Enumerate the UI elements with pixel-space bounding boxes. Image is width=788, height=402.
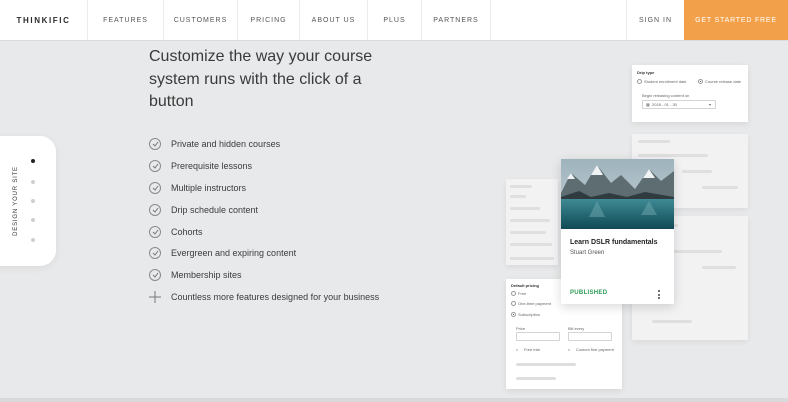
toggle-icon[interactable]: ◐ <box>516 347 518 352</box>
feature-label-more: Countless more features designed for you… <box>171 292 380 303</box>
pricing-title: Default pricing <box>511 283 540 288</box>
feature-label: Drip schedule content <box>171 204 259 215</box>
feature-label: Multiple instructors <box>171 182 247 193</box>
feature-label: Cohorts <box>171 226 203 237</box>
course-thumbnail <box>561 159 674 229</box>
radio-free[interactable] <box>511 291 516 296</box>
page-bottom-edge <box>0 398 788 402</box>
side-tab-label: DESIGN YOUR SITE <box>13 166 19 236</box>
top-nav: THINKIFIC FEATURES CUSTOMERS PRICING ABO… <box>0 0 788 41</box>
pricing-option-one-time: One-time payment <box>518 301 551 306</box>
drip-type-title: Drip type <box>637 70 655 75</box>
course-card[interactable]: Learn DSLR fundamentals Stuart Green PUB… <box>561 159 674 304</box>
check-circle-icon <box>149 247 161 260</box>
interval-label: Bill every <box>568 326 585 331</box>
release-date-value: 2018 - 01 - 30 <box>652 102 677 107</box>
feature-item: Drip schedule content <box>149 199 469 221</box>
calendar-icon: ▦ <box>646 102 650 107</box>
drip-field-label: Begin releasing content on <box>642 93 690 98</box>
feature-item-more: Countless more features designed for you… <box>149 286 469 308</box>
feature-item: Cohorts <box>149 221 469 243</box>
nav-link-features[interactable]: FEATURES <box>88 0 164 40</box>
more-options-icon[interactable] <box>657 290 661 299</box>
radio-release-date[interactable] <box>698 79 703 84</box>
price-label: Price <box>516 326 526 331</box>
price-field[interactable] <box>516 332 560 341</box>
slide-dot-4[interactable] <box>31 218 35 222</box>
feature-item: Evergreen and expiring content <box>149 242 469 264</box>
drip-type-card: Drip type Student enrollment date Course… <box>632 65 748 122</box>
nav-link-about-us[interactable]: ABOUT US <box>300 0 368 40</box>
feature-label: Private and hidden courses <box>171 138 281 149</box>
sign-in-link[interactable]: SIGN IN <box>626 0 684 40</box>
nav-link-pricing[interactable]: PRICING <box>238 0 300 40</box>
pricing-option-free: Free <box>518 291 527 296</box>
nav-link-plus[interactable]: PLUS <box>368 0 422 40</box>
published-badge: PUBLISHED <box>570 290 608 296</box>
radio-one-time[interactable] <box>511 301 516 306</box>
free-trial-label: Free trial <box>524 347 540 352</box>
feature-item: Membership sites <box>149 264 469 286</box>
custom-first-payment-label: Custom first payment <box>576 347 614 352</box>
nav-link-customers[interactable]: CUSTOMERS <box>164 0 238 40</box>
feature-item: Multiple instructors <box>149 177 469 199</box>
check-circle-icon <box>149 203 161 216</box>
feature-item: Private and hidden courses <box>149 133 469 155</box>
slide-dot-5[interactable] <box>31 238 35 242</box>
thinkific-logo[interactable]: THINKIFIC <box>0 0 88 40</box>
drip-option-release: Course release date <box>705 79 742 84</box>
toggle-icon[interactable]: ◐ <box>568 347 570 352</box>
slide-dot-1[interactable] <box>31 159 35 163</box>
interval-field[interactable] <box>568 332 612 341</box>
check-circle-icon <box>149 225 161 238</box>
check-circle-icon <box>149 181 161 194</box>
check-circle-icon <box>149 269 161 282</box>
feature-list: Private and hidden courses Prerequisite … <box>149 133 469 308</box>
chevron-down-icon: ▾ <box>709 102 712 107</box>
drip-option-enrollment: Student enrollment date <box>644 79 687 84</box>
plus-icon <box>149 291 161 304</box>
pricing-option-subscription: Subscription <box>518 312 541 317</box>
slide-dot-3[interactable] <box>31 199 35 203</box>
check-circle-icon <box>149 159 161 172</box>
feature-label: Prerequisite lessons <box>171 160 253 171</box>
feature-item: Prerequisite lessons <box>149 155 469 177</box>
get-started-free-button[interactable]: GET STARTED FREE <box>684 0 788 40</box>
feature-label: Membership sites <box>171 270 242 281</box>
design-your-site-tab[interactable] <box>0 136 56 266</box>
slide-dot-2[interactable] <box>31 180 35 184</box>
hero-headline: Customize the way your course system run… <box>149 48 373 110</box>
mock-settings-card-left <box>506 179 558 265</box>
radio-enrollment-date[interactable] <box>637 79 642 84</box>
feature-label: Evergreen and expiring content <box>171 248 297 259</box>
check-circle-icon <box>149 137 161 150</box>
course-author: Stuart Green <box>570 250 605 256</box>
radio-subscription[interactable] <box>511 312 516 317</box>
course-title: Learn DSLR fundamentals <box>570 239 658 246</box>
nav-link-partners[interactable]: PARTNERS <box>422 0 491 40</box>
